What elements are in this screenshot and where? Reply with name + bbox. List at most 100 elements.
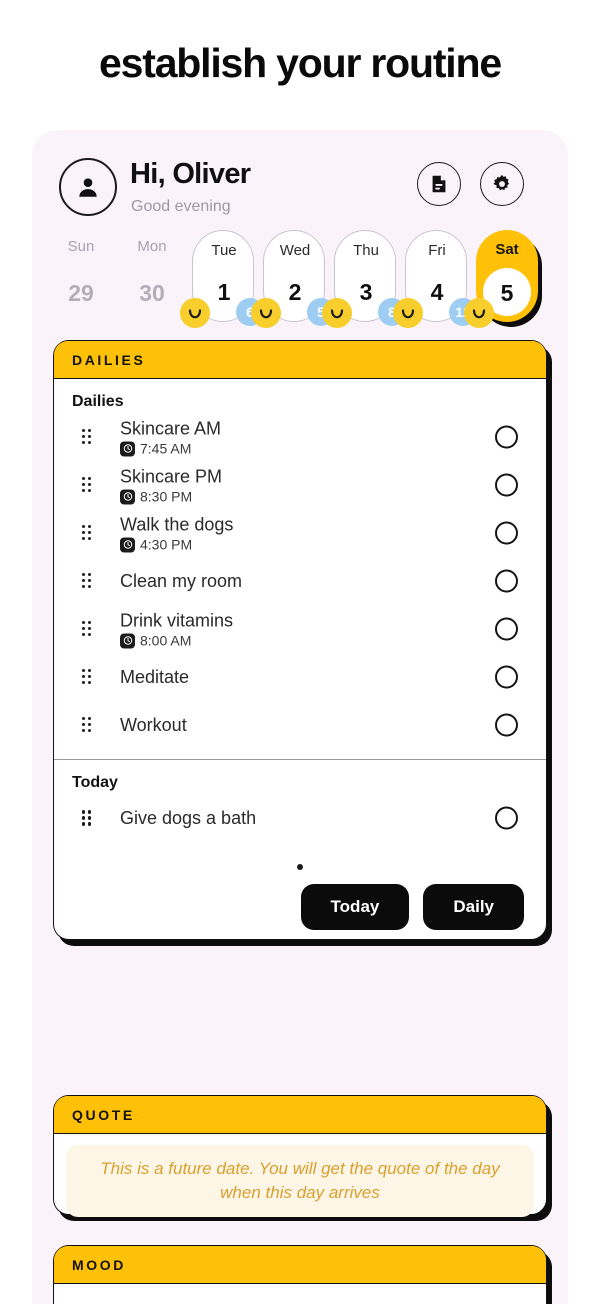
drag-handle-icon[interactable]: [82, 669, 94, 685]
notes-button[interactable]: [417, 162, 461, 206]
mood-badge-icon[interactable]: [393, 298, 423, 328]
task-row[interactable]: Clean my room: [54, 557, 546, 605]
week-strip: Sun 29 Mon 30 Tue 1 6 Wed 2 5 Thu 3 8 Fri 4 12 Sat 5: [32, 230, 568, 338]
gear-icon: [493, 174, 510, 191]
today-list: Give dogs a bath: [54, 794, 546, 842]
task-label: Skincare AM: [120, 418, 222, 439]
task-row[interactable]: Skincare AM 7:45 AM: [54, 413, 546, 461]
day-name: Fri: [428, 242, 446, 259]
day-column-thu[interactable]: Thu 3 8: [322, 230, 406, 330]
task-row[interactable]: Walk the dogs 4:30 PM: [54, 509, 546, 557]
task-body: Skincare PM 8:30 PM: [120, 466, 222, 505]
task-body: Meditate: [120, 666, 189, 688]
task-label: Walk the dogs: [120, 514, 234, 535]
drag-handle-icon[interactable]: [82, 573, 94, 589]
task-label: Drink vitamins: [120, 610, 234, 631]
greeting-subtitle: Good evening: [131, 198, 231, 215]
settings-button[interactable]: [480, 162, 524, 206]
drag-handle-icon[interactable]: [82, 717, 94, 733]
day-number: 30: [139, 280, 165, 306]
greeting-name: Hi, Oliver: [130, 158, 251, 190]
task-body: Walk the dogs 4:30 PM: [120, 514, 233, 553]
clock-icon: [120, 441, 135, 456]
task-checkbox[interactable]: [495, 473, 518, 497]
task-body: Workout: [120, 714, 187, 736]
section-divider: [54, 759, 546, 761]
task-time-label: 8:00 AM: [140, 632, 192, 649]
day-column-tue[interactable]: Tue 1 6: [180, 230, 264, 330]
quote-card-header: QUOTE: [54, 1096, 546, 1134]
mood-card-header-label: MOOD: [72, 1256, 126, 1273]
quote-card: QUOTE This is a future date. You will ge…: [53, 1095, 547, 1217]
task-checkbox[interactable]: [495, 425, 518, 449]
drag-handle-icon[interactable]: [82, 477, 94, 493]
day-number: 29: [68, 280, 94, 306]
drag-handle-icon[interactable]: [82, 621, 94, 637]
task-row[interactable]: Skincare PM 8:30 PM: [54, 461, 546, 509]
task-label: Workout: [120, 715, 187, 735]
task-checkbox[interactable]: [495, 713, 518, 737]
task-body: Skincare AM 7:45 AM: [120, 418, 221, 457]
quote-text: This is a future date. You will get the …: [66, 1145, 534, 1217]
day-name: Tue: [211, 242, 237, 259]
page-root: establish your routine Hi, Oliver Good e…: [0, 0, 600, 1304]
mood-badge-icon[interactable]: [322, 298, 352, 328]
task-checkbox[interactable]: [495, 569, 518, 593]
task-body: Give dogs a bath: [120, 807, 256, 829]
task-row[interactable]: Drink vitamins 8:00 AM: [54, 605, 546, 653]
mood-badge-icon[interactable]: [464, 298, 494, 328]
task-checkbox[interactable]: [495, 521, 518, 545]
quote-card-header-label: QUOTE: [72, 1106, 135, 1123]
clock-icon: [120, 633, 135, 648]
task-time-label: 8:30 PM: [140, 488, 193, 505]
day-name: Wed: [279, 242, 311, 259]
drag-handle-icon[interactable]: [82, 525, 94, 541]
day-column-fri[interactable]: Fri 4 12: [393, 230, 477, 330]
task-checkbox[interactable]: [495, 617, 518, 641]
day-name: Sat: [495, 241, 519, 258]
today-section-title: Today: [72, 774, 118, 792]
task-label: Skincare PM: [120, 466, 223, 487]
task-row[interactable]: Workout: [54, 701, 546, 749]
day-name: Mon: [137, 238, 167, 255]
dailies-action-row: Today Daily: [54, 870, 546, 950]
page-title: establish your routine: [99, 40, 502, 86]
day-name: Thu: [353, 242, 379, 259]
day-column-sun[interactable]: Sun 29: [46, 230, 116, 330]
dailies-card-header: DAILIES: [54, 341, 546, 379]
task-time: 7:45 AM: [120, 441, 221, 457]
task-checkbox[interactable]: [495, 806, 518, 830]
task-row[interactable]: Give dogs a bath: [54, 794, 546, 842]
task-checkbox[interactable]: [495, 665, 518, 689]
mood-badge-icon[interactable]: [251, 298, 281, 328]
mood-badge-icon[interactable]: [180, 298, 210, 328]
drag-handle-icon[interactable]: [82, 810, 94, 826]
task-label: Give dogs a bath: [120, 808, 257, 829]
task-body: Drink vitamins 8:00 AM: [120, 610, 233, 649]
task-label: Meditate: [120, 667, 190, 687]
day-column-mon[interactable]: Mon 30: [117, 230, 187, 330]
mood-card: MOOD I feel blissful: [53, 1245, 547, 1304]
mood-card-header: MOOD: [54, 1246, 546, 1284]
dailies-card: DAILIES Dailies Skincare AM 7:45 AM Skinca…: [53, 340, 547, 940]
task-row[interactable]: Meditate: [54, 653, 546, 701]
document-icon: [432, 175, 446, 193]
avatar[interactable]: [59, 158, 117, 216]
clock-icon: [120, 489, 135, 504]
task-time: 4:30 PM: [120, 537, 233, 553]
task-time: 8:30 PM: [120, 489, 222, 505]
daily-button[interactable]: Daily: [423, 884, 524, 931]
dailies-list: Skincare AM 7:45 AM Skincare PM 8:30 PM Walk…: [54, 413, 546, 749]
today-button[interactable]: Today: [300, 884, 410, 931]
dailies-card-header-label: DAILIES: [72, 351, 146, 368]
day-name: Sun: [67, 238, 95, 255]
day-column-sat[interactable]: Sat 5: [464, 230, 542, 330]
day-column-wed[interactable]: Wed 2 5: [251, 230, 335, 330]
task-label: Clean my room: [120, 571, 243, 591]
drag-handle-icon[interactable]: [82, 429, 94, 445]
clock-icon: [120, 537, 135, 552]
task-time-label: 7:45 AM: [140, 440, 192, 457]
phone-screen: Hi, Oliver Good evening Sun 29 Mon 30 Tue 1 6 W…: [32, 130, 568, 1304]
task-time-label: 4:30 PM: [140, 536, 193, 553]
app-header: Hi, Oliver Good evening: [32, 130, 568, 230]
